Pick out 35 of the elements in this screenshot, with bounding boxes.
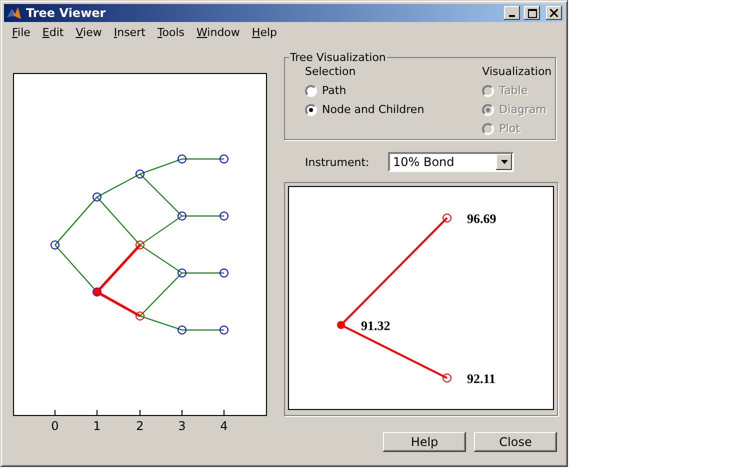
radio-circle[interactable] xyxy=(305,104,317,116)
menu-item[interactable]: View xyxy=(70,26,108,38)
menu-item[interactable]: File xyxy=(6,26,36,38)
close-button[interactable] xyxy=(546,6,562,20)
menu-item[interactable]: Help xyxy=(246,26,284,38)
axis-tick-label: 2 xyxy=(136,419,144,433)
radio-option[interactable]: Path xyxy=(305,84,424,97)
root-node xyxy=(337,321,345,329)
group-title: Tree Visualization xyxy=(289,51,387,64)
selection-label: Selection xyxy=(305,65,357,78)
menu-item[interactable]: Edit xyxy=(36,26,70,38)
radio-circle[interactable] xyxy=(305,84,317,96)
app-icon xyxy=(6,5,22,21)
minimize-button[interactable] xyxy=(504,6,520,20)
menu-item[interactable]: Insert xyxy=(108,26,152,38)
axis-tick-label: 1 xyxy=(93,419,101,433)
dialog-button[interactable]: Help xyxy=(383,432,466,452)
maximize-icon xyxy=(528,8,536,18)
visualization-label: Visualization xyxy=(482,65,552,78)
instrument-dropdown[interactable]: 10% Bond xyxy=(388,152,514,172)
axis-tick-label: 4 xyxy=(220,419,228,433)
menu-item[interactable]: Tools xyxy=(151,26,191,38)
axis-tick-label: 3 xyxy=(178,419,186,433)
node-value: 96.69 xyxy=(467,211,496,226)
close-icon xyxy=(550,9,558,17)
dialog-button[interactable]: Close xyxy=(474,432,557,452)
instrument-label: Instrument: xyxy=(304,156,370,168)
dropdown-arrow-icon xyxy=(500,160,508,164)
maximize-button[interactable] xyxy=(524,6,540,20)
window-title: Tree Viewer xyxy=(26,6,107,20)
axis-tick-label: 0 xyxy=(51,419,59,433)
radio-option[interactable]: Node and Children xyxy=(305,103,424,116)
node-value: 91.32 xyxy=(361,318,390,333)
menu-item[interactable]: Window xyxy=(190,26,246,38)
node-value: 92.11 xyxy=(467,371,496,386)
